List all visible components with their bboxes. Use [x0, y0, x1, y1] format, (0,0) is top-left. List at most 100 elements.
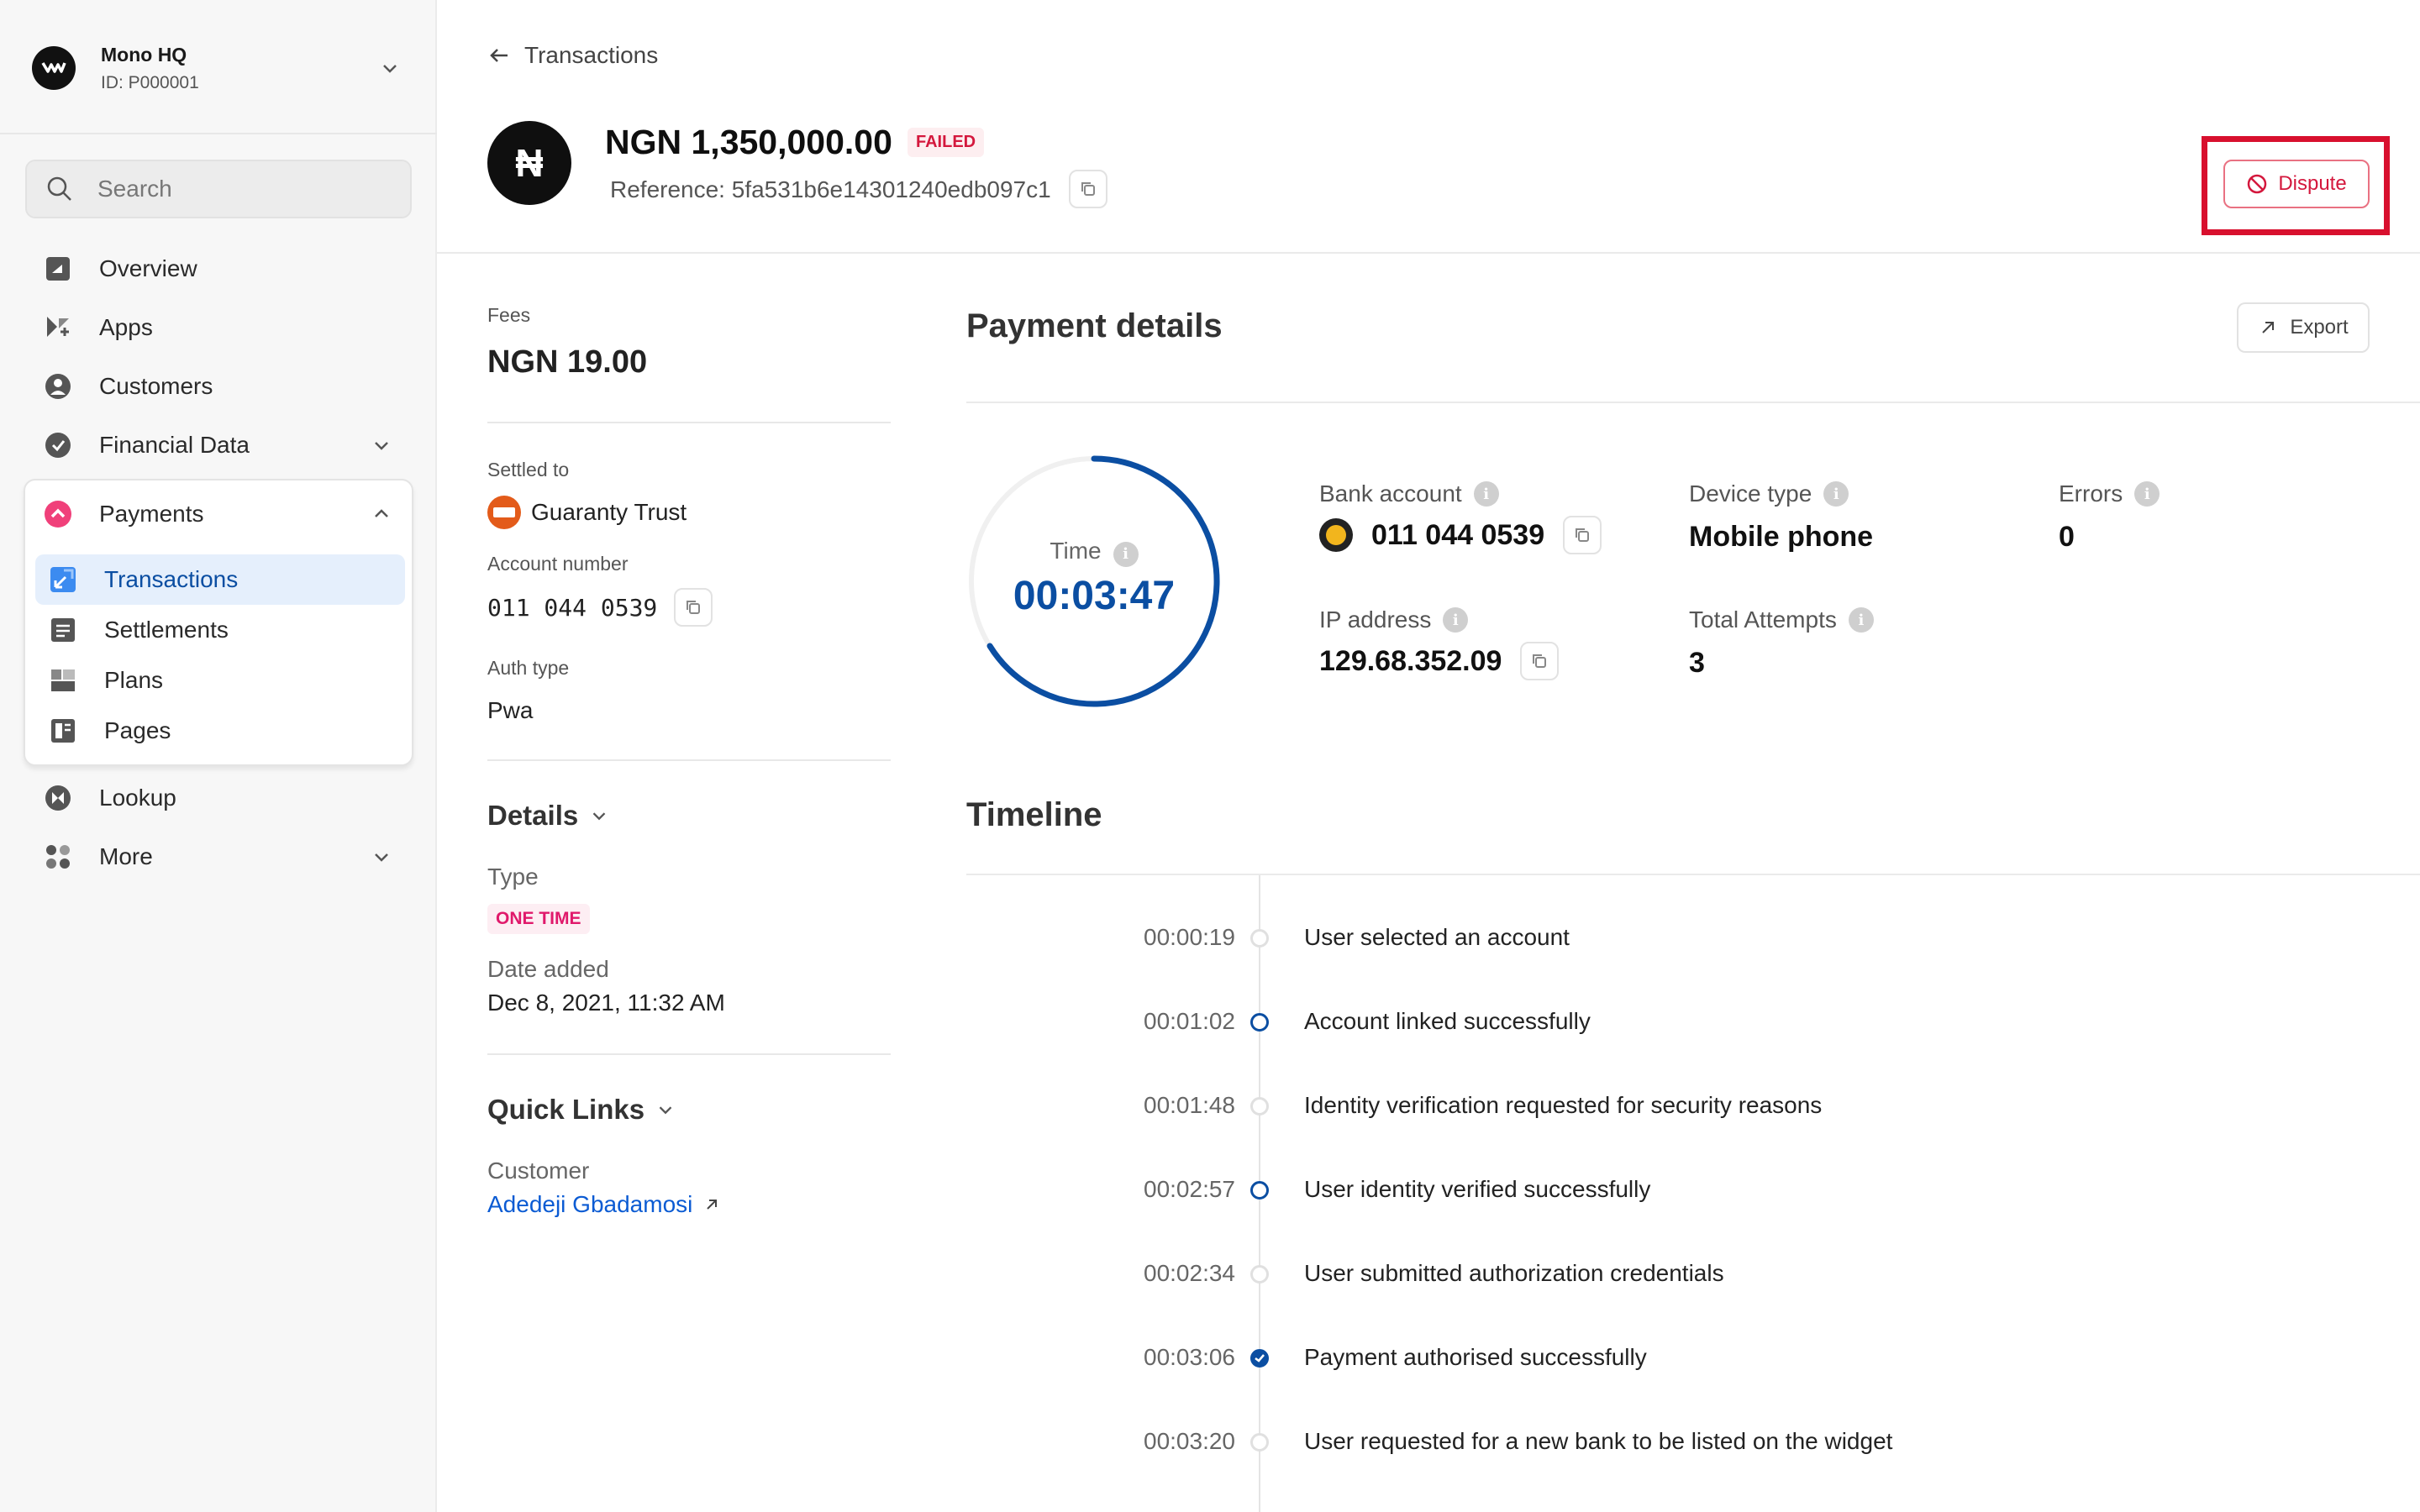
reference-text: Reference: 5fa531b6e14301240edb097c1 — [610, 176, 1051, 202]
device-type-label: Device type — [1689, 480, 1812, 507]
chevron-down-icon — [375, 442, 388, 450]
customer-link[interactable]: Adedeji Gbadamosi — [487, 1191, 721, 1218]
info-icon[interactable]: i — [1473, 481, 1499, 507]
details-title: Details — [487, 800, 579, 831]
info-icon[interactable]: i — [1848, 607, 1874, 633]
search-placeholder: Search — [97, 176, 172, 202]
chevron-down-icon — [375, 853, 388, 862]
timeline-event: 00:01:02 Account linked successfully — [1025, 1008, 2370, 1050]
quick-links-title: Quick Links — [487, 1094, 645, 1125]
divider — [966, 874, 2420, 875]
event-text: Account linked successfully — [1304, 1008, 1591, 1034]
org-switcher[interactable]: Mono HQ ID: P000001 — [32, 39, 402, 97]
time-label: Time — [1050, 538, 1102, 564]
sidebar-item-label: More — [99, 843, 153, 869]
event-dot — [1250, 1265, 1269, 1284]
export-button[interactable]: Export — [2237, 302, 2370, 353]
settlements-icon — [51, 618, 75, 642]
gtbank-logo-icon — [487, 496, 521, 529]
sidebar-item-more[interactable]: More — [25, 832, 412, 882]
event-text: User identity verified successfully — [1304, 1176, 1651, 1202]
status-badge: FAILED — [908, 128, 985, 157]
sidebar-item-label: Pages — [104, 717, 171, 743]
event-dot — [1250, 1013, 1269, 1032]
apps-icon — [47, 317, 69, 337]
sidebar-item-settlements[interactable]: Settlements — [35, 605, 405, 655]
event-time: 00:00:19 — [1144, 924, 1235, 950]
sidebar-item-lookup[interactable]: Lookup — [25, 773, 412, 823]
bank-logo-icon — [1319, 518, 1353, 552]
settled-label: Settled to — [487, 459, 570, 480]
copy-account-button[interactable] — [674, 588, 713, 627]
user-icon — [45, 374, 71, 399]
event-dot — [1250, 1097, 1269, 1116]
org-name: Mono HQ — [101, 43, 187, 66]
search-input[interactable]: Search — [25, 160, 412, 218]
auth-type-value: Pwa — [487, 697, 534, 723]
sidebar-item-apps[interactable]: Apps — [25, 302, 412, 353]
sidebar-item-label: Plans — [104, 667, 164, 693]
event-dot — [1250, 1433, 1269, 1452]
auth-type-label: Auth type — [487, 657, 570, 679]
timeline-event: 00:03:20 User requested for a new bank t… — [1025, 1428, 2370, 1470]
back-link[interactable]: Transactions — [487, 42, 658, 69]
settled-bank: Guaranty Trust — [487, 496, 687, 529]
sidebar-item-payments[interactable]: Payments — [25, 489, 412, 539]
chevron-down-icon[interactable] — [378, 56, 402, 80]
sidebar-item-plans[interactable]: Plans — [35, 655, 405, 706]
sidebar-item-transactions[interactable]: Transactions — [35, 554, 405, 605]
overview-icon — [46, 257, 70, 281]
grid-icon — [46, 845, 70, 869]
divider — [487, 759, 891, 761]
sidebar-item-pages[interactable]: Pages — [35, 706, 405, 756]
timeline-event: 00:01:48 Identity verification requested… — [1025, 1092, 2370, 1134]
payments-group: Payments Transactions Settlements Plans … — [24, 479, 413, 766]
copy-ip-button[interactable] — [1520, 642, 1560, 680]
info-icon[interactable]: i — [2134, 481, 2160, 507]
account-number-value: 011 044 0539 — [487, 593, 658, 622]
timeline-event: 00:03:06 Payment authorised successfully — [1025, 1344, 2370, 1386]
event-time: 00:02:57 — [1144, 1176, 1235, 1202]
device-type-value: Mobile phone — [1689, 521, 1874, 553]
copy-reference-button[interactable] — [1069, 170, 1107, 208]
sidebar-item-label: Apps — [99, 314, 153, 340]
chevron-down-icon — [659, 1106, 672, 1115]
payments-icon — [45, 501, 71, 528]
external-link-icon — [707, 1200, 718, 1210]
event-text: Identity verification requested for secu… — [1304, 1092, 1823, 1118]
errors-label: Errors — [2059, 480, 2123, 507]
search-icon — [47, 176, 71, 201]
details-toggle[interactable]: Details — [487, 800, 610, 832]
block-icon — [2248, 174, 2267, 194]
financial-data-icon — [45, 433, 71, 458]
sidebar-item-customers[interactable]: Customers — [25, 361, 412, 412]
info-icon[interactable]: i — [1823, 481, 1849, 507]
errors-value: 0 — [2059, 521, 2075, 553]
event-text: User requested for a new bank to be list… — [1304, 1428, 1893, 1454]
sidebar-item-financial-data[interactable]: Financial Data — [25, 420, 412, 470]
copy-bank-account-button[interactable] — [1563, 516, 1602, 554]
type-badge: ONE TIME — [487, 904, 590, 934]
event-text: User selected an account — [1304, 924, 1570, 950]
copy-icon — [687, 601, 701, 614]
device-type-stat: Device type i Mobile phone — [1689, 480, 1873, 554]
customer-label: Customer — [487, 1158, 590, 1184]
quick-links-toggle[interactable]: Quick Links — [487, 1094, 676, 1126]
sidebar-item-label: Settlements — [104, 617, 229, 643]
sidebar-item-label: Payments — [99, 501, 204, 527]
info-icon[interactable]: i — [1443, 607, 1469, 633]
account-number: 011 044 0539 — [487, 588, 713, 627]
bank-account-value: 011 044 0539 — [1371, 518, 1545, 551]
divider — [487, 422, 891, 423]
dispute-button[interactable]: Dispute — [2223, 160, 2370, 208]
sidebar-item-overview[interactable]: Overview — [25, 244, 412, 294]
ip-address-stat: IP address i 129.68.352.09 — [1319, 606, 1560, 680]
event-text: Payment authorised successfully — [1304, 1344, 1647, 1370]
info-icon[interactable]: i — [1113, 541, 1139, 567]
event-dot — [1250, 929, 1269, 948]
mono-logo-icon — [32, 46, 76, 90]
check-circle-icon — [1250, 1349, 1269, 1368]
customer-name: Adedeji Gbadamosi — [487, 1191, 693, 1217]
fees-label: Fees — [487, 304, 531, 326]
plans-icon — [51, 669, 75, 691]
